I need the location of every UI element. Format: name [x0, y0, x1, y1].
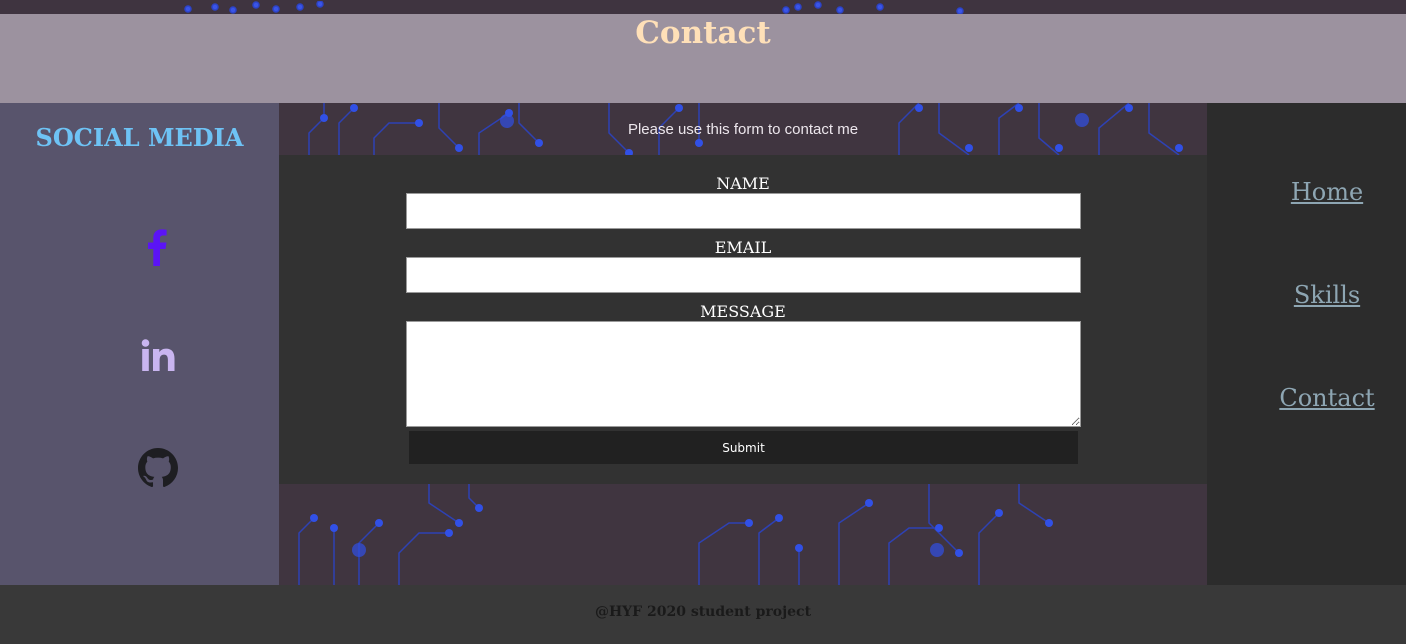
github-link[interactable] [138, 448, 178, 488]
linkedin-icon [141, 339, 175, 371]
page-title: Contact [635, 15, 771, 51]
name-field[interactable] [406, 193, 1081, 229]
message-field[interactable] [406, 321, 1081, 427]
nav-link-contact[interactable]: Contact [1207, 384, 1406, 412]
github-icon [138, 448, 178, 488]
top-background-strip [0, 0, 1406, 14]
submit-button[interactable]: Submit [409, 431, 1078, 464]
intro-band: Please use this form to contact me [279, 103, 1207, 155]
email-field[interactable] [406, 257, 1081, 293]
contact-form: NAME EMAIL MESSAGE Submit [279, 155, 1207, 484]
nav-link-skills[interactable]: Skills [1207, 281, 1406, 309]
circuit-pattern-top [184, 0, 964, 14]
contact-main: Please use this form to contact me NAME … [279, 103, 1207, 585]
name-label: NAME [716, 174, 770, 193]
nav-link-home[interactable]: Home [1207, 178, 1406, 206]
page-header: Contact [0, 14, 1406, 103]
page-footer: @HYF 2020 student project [0, 585, 1406, 644]
social-media-sidebar: SOCIAL MEDIA [0, 103, 279, 585]
social-media-heading: SOCIAL MEDIA [35, 123, 244, 152]
facebook-link[interactable] [138, 226, 178, 266]
footer-text: @HYF 2020 student project [594, 604, 812, 620]
message-label: MESSAGE [700, 302, 786, 321]
site-navigation: Home Skills Contact [1207, 103, 1406, 585]
email-label: EMAIL [714, 238, 772, 257]
linkedin-link[interactable] [138, 336, 178, 376]
intro-text: Please use this form to contact me [627, 121, 859, 138]
facebook-icon [148, 229, 167, 266]
